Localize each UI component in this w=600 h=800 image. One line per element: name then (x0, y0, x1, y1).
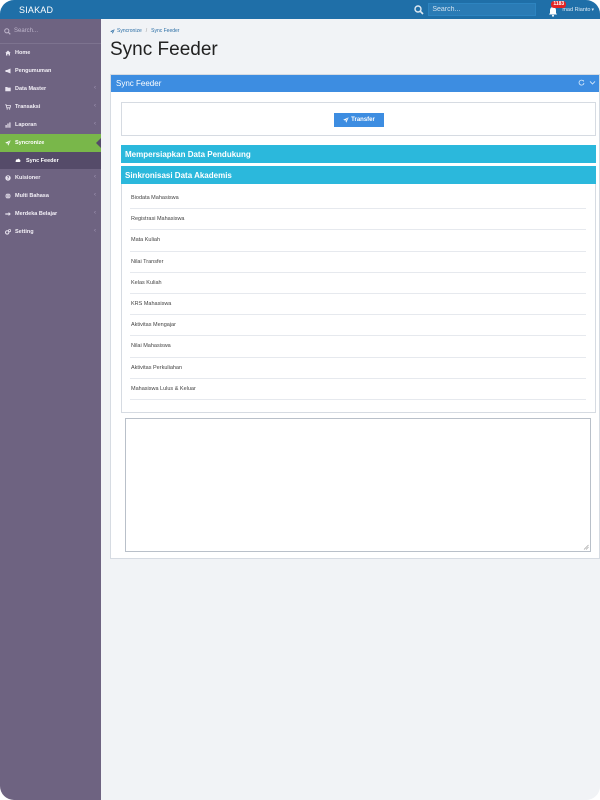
notification-bell[interactable]: 1183 (548, 0, 567, 17)
sidebar-subitem-label: Sync Feeder (26, 157, 59, 164)
sidebar-item-kuisioner[interactable]: ? Kuisioner ‹ (0, 169, 101, 187)
transfer-button-label: Transfer (351, 117, 375, 123)
paper-plane-icon (110, 28, 115, 34)
sidebar-item-pengumuman[interactable]: Pengumuman (0, 62, 101, 80)
page-title: Sync Feeder (110, 39, 218, 60)
refresh-icon[interactable] (578, 79, 585, 86)
sidebar-item-home[interactable]: Home (0, 44, 101, 62)
sidebar-item-setting[interactable]: Setting ‹ (0, 223, 101, 241)
caret-down-icon: ▾ (591, 6, 594, 13)
user-name: mad Rianto (562, 6, 591, 13)
brand-logo[interactable]: SIAKAD (0, 0, 101, 19)
list-item: Aktivitas Mengajar (130, 315, 586, 337)
top-navbar: SIAKAD 1183 mad Rianto ▾ (0, 0, 600, 19)
sidebar-item-label: Laporan (15, 122, 37, 128)
list-item: Registrasi Mahasiswa (130, 209, 586, 231)
user-menu[interactable]: mad Rianto ▾ (562, 7, 594, 13)
panel-title: Sync Feeder (116, 79, 162, 88)
sync-panel: Sync Feeder Transfer Mempersiapkan Data … (110, 74, 600, 559)
list-item: Biodata Mahasiswa (130, 188, 586, 210)
sidebar-item-data-master[interactable]: Data Master ‹ (0, 80, 101, 98)
cart-icon (4, 104, 11, 111)
paper-plane-icon (4, 140, 11, 147)
arrow-right-icon (4, 211, 11, 218)
question-icon: ? (4, 175, 11, 182)
breadcrumb-root[interactable]: Syncronize (117, 28, 142, 34)
top-search (414, 3, 537, 16)
sidebar-item-label: Data Master (15, 86, 47, 92)
sidebar-search[interactable]: Search... (0, 19, 101, 44)
log-textarea[interactable] (125, 418, 591, 552)
cloud-icon (15, 157, 22, 164)
sidebar-submenu: Sync Feeder (0, 152, 101, 169)
breadcrumb: Syncronize / Sync Feeder (110, 28, 179, 34)
sidebar-item-label: Pengumuman (15, 68, 52, 74)
sync-items-list: Biodata Mahasiswa Registrasi Mahasiswa M… (130, 188, 586, 400)
list-item: Kelas Kuliah (130, 273, 586, 294)
sidebar-item-transaksi[interactable]: Transaksi ‹ (0, 98, 101, 116)
list-item: Nilai Transfer (130, 252, 586, 273)
paper-plane-icon (343, 117, 349, 123)
globe-icon (4, 193, 11, 200)
list-item: Mahasiswa Lulus & Keluar (130, 379, 586, 400)
search-input[interactable] (428, 3, 537, 16)
app-window: SIAKAD 1183 mad Rianto ▾ (0, 0, 600, 800)
list-item: Mata Kuliah (130, 230, 586, 252)
list-item: Nilai Mahasiswa (130, 336, 586, 358)
section-prepare-header[interactable]: Mempersiapkan Data Pendukung (121, 145, 596, 163)
transfer-box: Transfer (121, 102, 596, 136)
chevron-left-icon: ‹ (94, 103, 96, 109)
sidebar-item-label: Transaksi (15, 104, 41, 110)
sidebar-item-syncronize[interactable]: Syncronize (0, 134, 101, 152)
list-item: Aktivitas Perkuliahan (130, 358, 586, 379)
sidebar-item-merdeka-belajar[interactable]: Merdeka Belajar ‹ (0, 205, 101, 223)
sidebar-search-placeholder: Search... (14, 28, 39, 34)
sidebar: Search... Home Pengumuman Data Master ‹ … (0, 19, 101, 800)
top-right-area: 1183 mad Rianto ▾ (101, 0, 600, 19)
bar-chart-icon (4, 122, 11, 129)
home-icon (4, 50, 11, 57)
chevron-left-icon: ‹ (94, 228, 96, 234)
transfer-button[interactable]: Transfer (334, 113, 384, 127)
chevron-left-icon: ‹ (94, 192, 96, 198)
chevron-down-icon[interactable] (589, 79, 596, 86)
chevron-left-icon: ‹ (94, 121, 96, 127)
section-sync-header[interactable]: Sinkronisasi Data Akademis (121, 166, 596, 184)
sidebar-item-multi-bahasa[interactable]: Multi Bahasa ‹ (0, 187, 101, 205)
breadcrumb-current[interactable]: Sync Feeder (151, 28, 179, 34)
sidebar-item-label: Merdeka Belajar (15, 211, 58, 217)
sidebar-item-label: Syncronize (15, 140, 45, 146)
panel-tools (578, 79, 596, 86)
chevron-left-icon: ‹ (94, 174, 96, 180)
sidebar-item-laporan[interactable]: Laporan ‹ (0, 116, 101, 134)
folder-icon (4, 86, 11, 93)
search-icon (4, 27, 11, 35)
panel-header: Sync Feeder (111, 75, 599, 92)
search-icon[interactable] (414, 4, 424, 15)
sync-items-box: Biodata Mahasiswa Registrasi Mahasiswa M… (121, 184, 596, 413)
sidebar-item-label: Home (15, 50, 31, 56)
gears-icon (4, 229, 11, 236)
chevron-left-icon: ‹ (94, 85, 96, 91)
main-content: Syncronize / Sync Feeder Sync Feeder Syn… (101, 19, 600, 800)
resize-handle-icon[interactable] (583, 544, 589, 550)
sidebar-item-label: Setting (15, 229, 34, 235)
sidebar-item-sync-feeder[interactable]: Sync Feeder (0, 152, 101, 169)
list-item: KRS Mahasiswa (130, 294, 586, 316)
notification-badge: 1183 (551, 0, 567, 8)
sidebar-menu: Home Pengumuman Data Master ‹ Transaksi … (0, 44, 101, 241)
sidebar-item-label: Kuisioner (15, 175, 41, 181)
sidebar-item-label: Multi Bahasa (15, 193, 49, 199)
chevron-left-icon: ‹ (94, 210, 96, 216)
breadcrumb-separator: / (145, 28, 148, 34)
bullhorn-icon (4, 68, 11, 75)
